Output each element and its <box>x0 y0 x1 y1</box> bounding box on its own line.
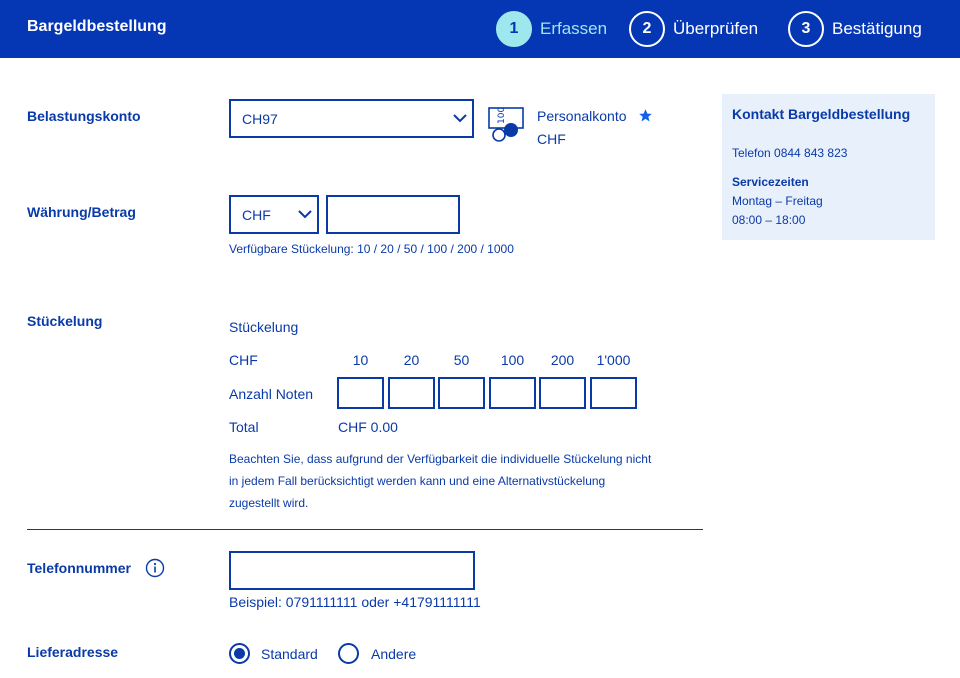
amount-label: Währung/Betrag <box>27 204 136 220</box>
phone-label: Telefonnummer <box>27 560 131 576</box>
page-title: Bargeldbestellung <box>27 18 167 35</box>
delivery-other-label[interactable]: Andere <box>371 646 416 662</box>
step-2-ueberpruefen: 2 Überprüfen <box>629 10 758 48</box>
note-count-label: Anzahl Noten <box>229 386 314 402</box>
svg-text:100: 100 <box>497 107 507 124</box>
service-hours: 08:00 – 18:00 <box>732 213 806 227</box>
denomination-heading: Stückelung <box>229 319 299 335</box>
service-times-title: Servicezeiten <box>732 175 809 189</box>
denomination-value: 1'000 <box>596 352 631 368</box>
account-label: Belastungskonto <box>27 108 141 124</box>
top-header-bar: Bargeldbestellung 1 Erfassen 2 Überprüfe… <box>0 0 960 58</box>
total-label: Total <box>229 419 259 435</box>
denomination-value: 100 <box>500 352 525 368</box>
account-select[interactable]: CH97 <box>229 99 474 138</box>
radio-selected-dot <box>234 648 245 659</box>
account-select-value: CH97 <box>242 111 278 127</box>
note-count-input-10[interactable] <box>337 377 384 409</box>
step-label-2: Überprüfen <box>673 19 759 38</box>
denomination-value: 10 <box>352 352 369 368</box>
phone-input[interactable] <box>229 551 475 590</box>
step-number-2: 2 <box>629 11 665 47</box>
contact-title: Kontakt Bargeldbestellung <box>732 106 911 122</box>
phone-example: Beispiel: 0791111111 oder +41791111111 <box>229 594 481 610</box>
delivery-standard-label[interactable]: Standard <box>261 646 318 662</box>
info-icon[interactable] <box>145 558 165 578</box>
denomination-currency-label: CHF <box>229 352 258 368</box>
step-number-1: 1 <box>496 11 532 47</box>
contact-box: Kontakt Bargeldbestellung Telefon 0844 8… <box>722 94 935 240</box>
delivery-standard-radio[interactable] <box>229 643 250 664</box>
currency-select-value: CHF <box>242 207 271 223</box>
denomination-note-line: in jedem Fall berücksichtigt werden kann… <box>229 474 606 488</box>
chevron-down-icon <box>298 210 312 219</box>
amount-input[interactable] <box>326 195 460 234</box>
total-value: CHF 0.00 <box>338 419 398 435</box>
denomination-value: 50 <box>453 352 470 368</box>
section-divider <box>27 529 703 530</box>
note-count-input-20[interactable] <box>388 377 435 409</box>
note-count-input-50[interactable] <box>438 377 485 409</box>
contact-phone: Telefon 0844 843 823 <box>732 146 848 160</box>
delivery-address-label: Lieferadresse <box>27 644 119 660</box>
account-currency: CHF <box>537 131 566 147</box>
step-label-1: Erfassen <box>540 19 608 38</box>
account-card-icon: 100 <box>488 107 524 142</box>
step-1-erfassen: 1 Erfassen <box>496 10 607 48</box>
denomination-note-line: Beachten Sie, dass aufgrund der Verfügba… <box>229 452 652 466</box>
denomination-note-line: zugestellt wird. <box>229 496 309 510</box>
step-number-3: 3 <box>788 11 824 47</box>
note-count-input-100[interactable] <box>489 377 536 409</box>
delivery-other-radio[interactable] <box>338 643 359 664</box>
account-type-name: Personalkonto <box>537 108 627 124</box>
denomination-value: 20 <box>403 352 420 368</box>
chevron-down-icon <box>453 114 467 123</box>
denomination-value: 200 <box>550 352 575 368</box>
currency-select[interactable]: CHF <box>229 195 319 234</box>
note-count-input-200[interactable] <box>539 377 586 409</box>
note-count-input-1000[interactable] <box>590 377 637 409</box>
step-label-3: Bestätigung <box>832 19 922 38</box>
star-icon[interactable] <box>638 108 653 123</box>
available-denominations-hint: Verfügbare Stückelung: 10 / 20 / 50 / 10… <box>229 242 514 256</box>
denomination-label: Stückelung <box>27 313 103 329</box>
step-3-bestaetigung: 3 Bestätigung <box>788 10 922 48</box>
service-days: Montag – Freitag <box>732 194 823 208</box>
